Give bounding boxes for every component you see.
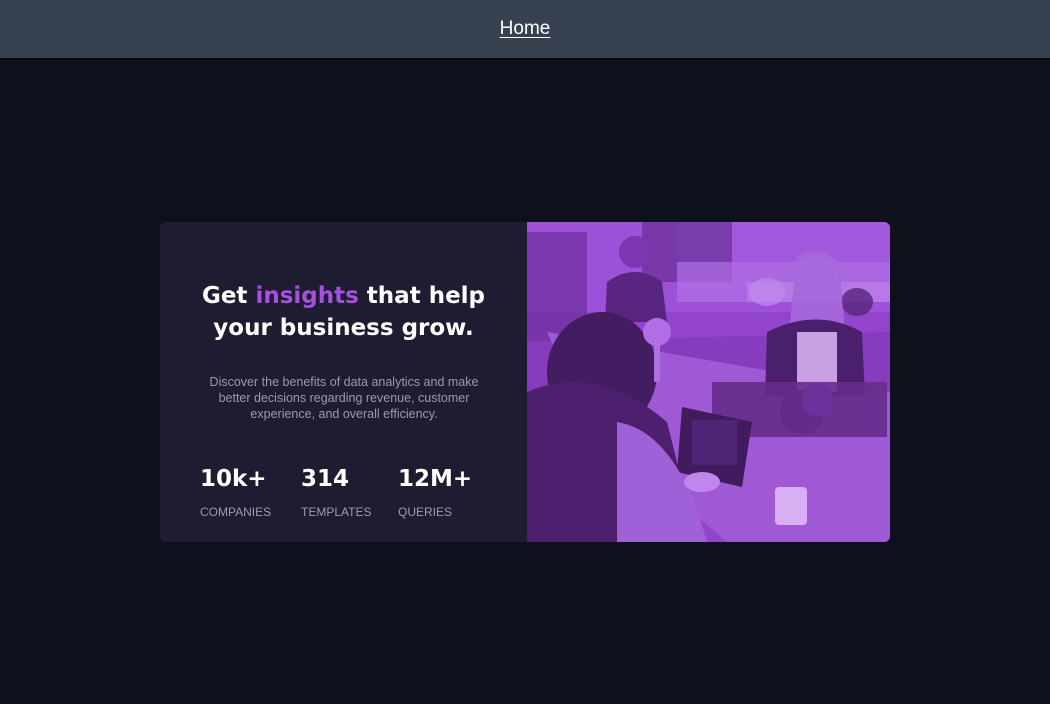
office-photo-illustration	[527, 222, 890, 542]
card-description: Discover the benefits of data analytics …	[209, 375, 479, 421]
top-navigation-bar: Home	[0, 0, 1050, 60]
stat-queries: 12M+ QUERIES	[398, 465, 478, 519]
stat-value: 12M+	[398, 466, 473, 492]
headline-accent-word: insights	[255, 283, 359, 309]
stat-value: 314	[301, 466, 350, 492]
stat-companies: 10k+ COMPANIES	[200, 465, 301, 519]
stats-preview-card: Get insights that help your business grow…	[160, 222, 890, 542]
headline-prefix: Get	[201, 283, 256, 309]
headline-line-two: your business grow.	[213, 315, 474, 341]
card-headline: Get insights that help your business grow…	[160, 280, 527, 344]
headline-suffix: that help	[358, 283, 486, 309]
stat-label: COMPANIES	[200, 505, 272, 519]
stats-row: 10k+ COMPANIES 314 TEMPLATES 12M+ QUERIE…	[200, 465, 478, 519]
card-content: Get insights that help your business grow…	[160, 222, 527, 542]
stat-value: 10k+	[200, 466, 267, 492]
office-photo	[527, 222, 890, 542]
home-link[interactable]: Home	[500, 18, 551, 40]
stat-label: TEMPLATES	[301, 505, 372, 519]
stat-templates: 314 TEMPLATES	[301, 465, 398, 519]
stat-label: QUERIES	[398, 505, 453, 519]
